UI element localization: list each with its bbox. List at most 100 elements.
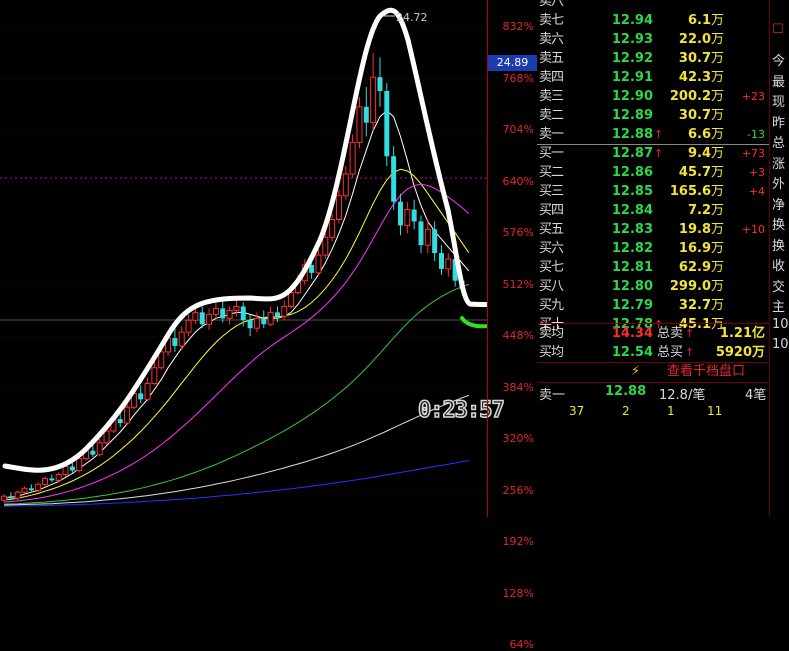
candlestick-chart[interactable]: 24.72 xyxy=(0,0,487,517)
summary-field-label: 主 xyxy=(772,300,786,315)
level-unit: 万 xyxy=(711,241,725,256)
summary-field-label: 外 xyxy=(772,177,786,192)
buy-level-row[interactable]: 买三 12.85 165.6 万 +4 xyxy=(537,182,769,201)
summary-field-label: 换 xyxy=(772,238,786,254)
summary-field-label: 交 xyxy=(772,279,786,295)
buy-level-row[interactable]: 买九 12.79 32.7 万 xyxy=(537,296,769,315)
level-label: 买五 xyxy=(539,222,564,237)
summary-field-label: 总 xyxy=(772,136,786,151)
candle-body xyxy=(329,218,336,238)
level-price: 12.88 xyxy=(611,127,653,142)
buy-level-row[interactable]: 买七 12.81 62.9 万 xyxy=(537,258,769,277)
candle-body xyxy=(377,77,383,92)
summary-field-label: 最 xyxy=(772,74,786,90)
candle-body xyxy=(69,466,75,471)
view-full-depth-button[interactable]: ⚡ 查看千档盘口 xyxy=(537,363,769,381)
sell-level-row[interactable]: 卖五 12.92 30.7 万 xyxy=(537,49,769,68)
queue-label: 卖一 xyxy=(539,388,566,403)
level-unit: 万 xyxy=(711,108,725,123)
level-price: 12.83 xyxy=(611,222,653,237)
sell-level-row[interactable]: 卖七 12.94 6.1 万 xyxy=(537,11,769,30)
candle-body xyxy=(124,406,131,424)
candle-body xyxy=(233,305,240,311)
candle-body xyxy=(342,173,349,197)
candle-body xyxy=(274,312,280,317)
level-volume: 9.4 xyxy=(687,146,711,161)
candle-body xyxy=(151,367,158,385)
candle-body xyxy=(397,201,403,226)
level-unit: 万 xyxy=(711,89,725,104)
level-price: 12.93 xyxy=(611,32,653,47)
axis-tick-label: 832% xyxy=(502,20,534,33)
level-label: 卖七 xyxy=(539,13,564,28)
queue-order: 2 xyxy=(622,404,630,418)
candle-body xyxy=(185,319,192,333)
level-volume: 200.2 xyxy=(669,89,711,104)
axis-tick-label: 448% xyxy=(502,329,534,342)
candle-body xyxy=(35,483,42,491)
axis-tick-label: 576% xyxy=(502,226,534,239)
sell-level-row[interactable]: 卖三 12.90 200.2 万 +23 xyxy=(537,87,769,106)
summary-field-label: 现 xyxy=(772,95,786,110)
level-label: 卖三 xyxy=(539,89,564,104)
candle-body xyxy=(432,229,438,254)
sell-level-row[interactable]: 卖四 12.91 42.3 万 xyxy=(537,68,769,87)
candle-body xyxy=(192,311,199,321)
average-row: 卖均 14.34 总卖 ↑ 1.21亿 xyxy=(537,324,769,343)
buy-level-row[interactable]: 买四 12.84 7.2 万 xyxy=(537,201,769,220)
level-unit: 万 xyxy=(711,279,725,294)
buy-level-row[interactable]: 买六 12.82 16.9 万 xyxy=(537,239,769,258)
buy-level-row[interactable]: 买八 12.80 299.0 万 xyxy=(537,277,769,296)
level-volume: 32.7 xyxy=(678,298,711,313)
sell-level-row[interactable]: 卖一 12.88 ↑ 6.6 万 -13 xyxy=(537,125,769,144)
axis-tick-label: 768% xyxy=(502,71,534,85)
candle-body xyxy=(226,309,233,319)
axis-tick-label: 320% xyxy=(502,432,534,445)
level-change: -13 xyxy=(747,128,765,141)
buy-level-row[interactable]: 买五 12.83 19.8 万 +10 xyxy=(537,220,769,239)
candle-body xyxy=(247,320,253,329)
candle-body xyxy=(240,306,246,321)
axis-tick-label: 128% xyxy=(502,586,534,600)
ma-line-2 xyxy=(3,183,470,503)
candle-body xyxy=(76,458,83,471)
checkbox-icon[interactable]: ☐ xyxy=(772,22,784,37)
level-price: 12.82 xyxy=(611,241,653,256)
sell-level-row[interactable]: 卖二 12.89 30.7 万 xyxy=(537,106,769,125)
total-label: 总买 xyxy=(657,345,684,360)
level-label: 卖一 xyxy=(539,127,564,142)
total-amount: 5920万 xyxy=(715,345,765,360)
candle-body xyxy=(90,450,96,455)
queue-order: 37 xyxy=(569,404,585,418)
level-volume: 22.0 xyxy=(678,32,711,47)
level-unit: 万 xyxy=(711,70,725,85)
summary-field-label: 10 xyxy=(772,316,789,332)
sell-level-row[interactable]: 卖八 xyxy=(537,0,769,11)
level-change: +10 xyxy=(741,223,765,236)
candle-body xyxy=(288,292,295,307)
candle-body xyxy=(144,383,151,400)
sell-level-row[interactable]: 卖六 12.93 22.0 万 xyxy=(537,30,769,49)
level-unit: 万 xyxy=(711,184,725,199)
level-label: 买九 xyxy=(539,298,564,313)
level-volume: 6.1 xyxy=(687,13,711,28)
level-arrow: ↑ xyxy=(654,147,664,160)
candle-body xyxy=(315,254,322,274)
candle-body xyxy=(356,106,363,143)
level-price: 12.91 xyxy=(611,70,653,85)
level-label: 买三 xyxy=(539,184,564,199)
avg-price: 12.54 xyxy=(611,345,653,360)
trade-queue: 卖一 12.88 12.8/笔 4笔 37 2 1 11 xyxy=(537,384,769,424)
axis-tick-label: 384% xyxy=(502,380,534,394)
candle-body xyxy=(49,478,55,481)
candle-body xyxy=(438,253,444,269)
summary-field-label: 昨 xyxy=(772,115,786,131)
summary-field-label: 涨 xyxy=(772,156,786,172)
queue-order: 1 xyxy=(667,404,675,418)
candle-body xyxy=(8,496,14,499)
candle-body xyxy=(172,338,178,346)
buy-level-row[interactable]: 买二 12.86 45.7 万 +3 xyxy=(537,163,769,182)
buy-level-row[interactable]: 买一 12.87 ↑ 9.4 万 +73 xyxy=(537,144,769,163)
level-volume: 7.2 xyxy=(687,203,711,218)
candle-body xyxy=(212,307,219,315)
